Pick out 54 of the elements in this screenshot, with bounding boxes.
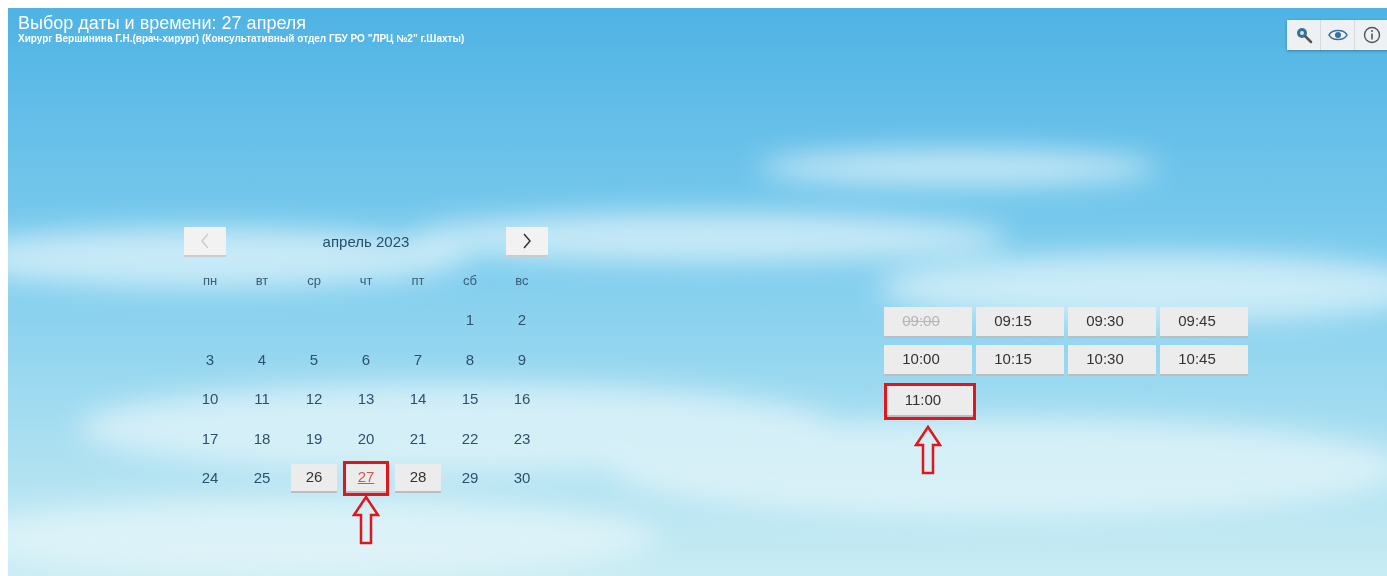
calendar-day: 21 — [409, 427, 427, 450]
weekday-label: пт — [411, 272, 425, 290]
calendar-day: 17 — [201, 427, 219, 450]
calendar-day: 14 — [409, 388, 427, 411]
time-slot-button[interactable]: 10:30 — [1068, 345, 1156, 376]
weekday-label: ср — [307, 272, 321, 290]
info-icon — [1362, 26, 1381, 44]
calendar-day: 2 — [517, 309, 527, 332]
chevron-right-icon — [522, 233, 532, 249]
chevron-left-icon — [200, 233, 210, 249]
time-slot-button[interactable]: 09:15 — [976, 307, 1064, 338]
weekday-label: чт — [359, 272, 373, 290]
doctor-subtitle: Хирург Вершинина Г.Н.(врач-хирург) (Консультативный отдел ГБУ РО "ЛРЦ №2" г.Шахты) — [18, 33, 465, 45]
time-slot-button[interactable]: 10:00 — [884, 345, 972, 376]
calendar-day: 29 — [461, 467, 479, 490]
calendar-day: 19 — [305, 427, 323, 450]
calendar-day: 16 — [513, 388, 531, 411]
calendar-day: 1 — [465, 309, 475, 332]
calendar-day: 12 — [305, 388, 323, 411]
eye-icon — [1327, 28, 1348, 42]
calendar-day: 20 — [357, 427, 375, 450]
time-slot-button[interactable]: 09:30 — [1068, 307, 1156, 338]
weekday-label: сб — [463, 272, 477, 290]
calendar-day: 8 — [465, 348, 475, 371]
weekday-label: пн — [202, 272, 218, 290]
calendar-day: 25 — [253, 467, 271, 490]
calendar-day: 24 — [201, 467, 219, 490]
time-slot-button[interactable]: 09:45 — [1160, 307, 1248, 338]
calendar-day: 3 — [205, 348, 215, 371]
weekday-label: вт — [255, 272, 269, 290]
calendar-day: 7 — [413, 348, 423, 371]
calendar-day: 9 — [517, 348, 527, 371]
time-slot-button[interactable]: 10:15 — [976, 345, 1064, 376]
calendar-day: 30 — [513, 467, 531, 490]
calendar-day: 4 — [257, 348, 267, 371]
next-month-button[interactable] — [506, 227, 548, 257]
time-slot-button[interactable]: 11:00 — [887, 386, 973, 417]
calendar-day: 13 — [357, 388, 375, 411]
time-slot-button[interactable]: 10:45 — [1160, 345, 1248, 376]
search-icon — [1294, 26, 1313, 44]
calendar-day: 6 — [361, 348, 371, 371]
calendar-day: 22 — [461, 427, 479, 450]
calendar-day: 11 — [254, 388, 270, 411]
calendar-day-button[interactable]: 26 — [291, 463, 337, 493]
annotation-arrow — [914, 425, 942, 475]
calendar-day: 10 — [201, 388, 219, 411]
calendar-day: 15 — [461, 388, 479, 411]
calendar-day: 18 — [253, 427, 271, 450]
weekday-label: вс — [515, 272, 529, 290]
month-label: апрель 2023 — [322, 231, 410, 252]
page-title: Выбор даты и времени: 27 апреля — [18, 14, 308, 33]
calendar-day: 23 — [513, 427, 531, 450]
calendar-day-button[interactable]: 28 — [395, 463, 441, 493]
calendar-day: 5 — [309, 348, 319, 371]
